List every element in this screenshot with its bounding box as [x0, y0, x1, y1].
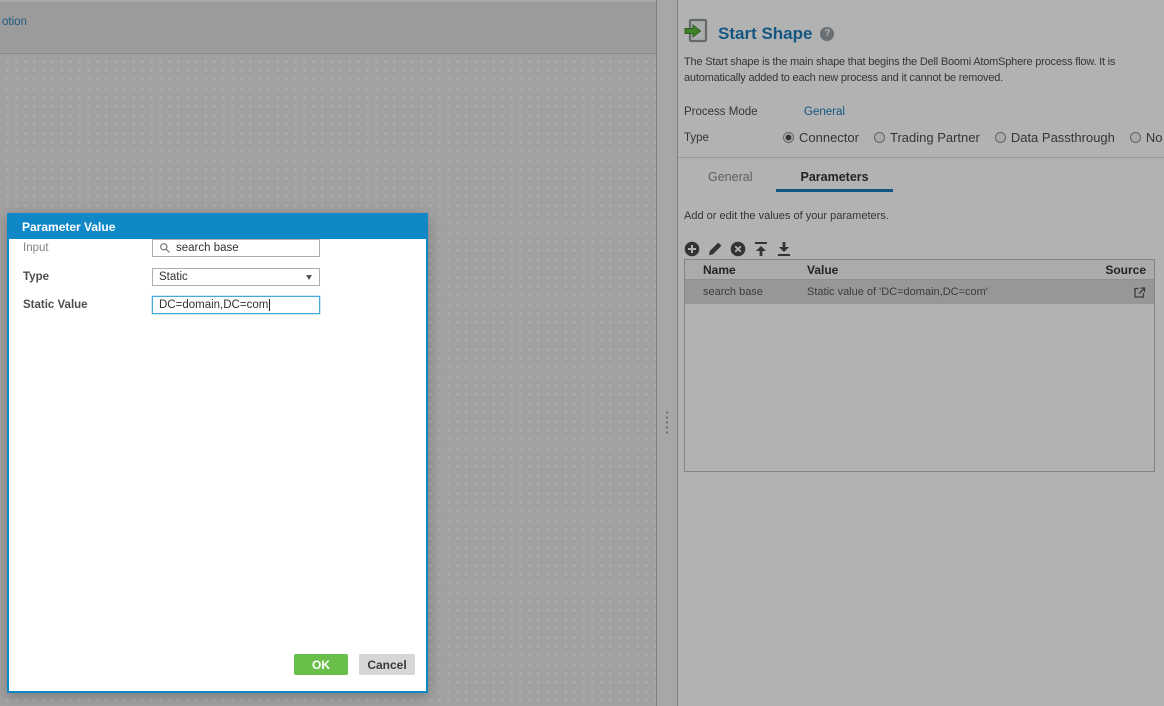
type-field-row: Type Static [9, 268, 426, 288]
input-search-field[interactable]: search base [152, 239, 320, 257]
text-caret [269, 299, 271, 311]
type-select[interactable]: Static [152, 268, 320, 286]
input-row: Input search base [9, 239, 426, 259]
input-search-value: search base [176, 242, 239, 254]
type-select-value: Static [159, 271, 188, 283]
static-value-label: Static Value [23, 299, 88, 311]
process-builder-window: otion Start Shape ? The Start shape is t… [0, 0, 1164, 706]
dropdown-arrow-icon [306, 275, 312, 280]
type-field-label: Type [23, 271, 49, 283]
dialog-buttons: OK Cancel [294, 654, 415, 675]
static-value-input[interactable]: DC=domain,DC=com [152, 296, 320, 314]
search-icon [159, 242, 171, 254]
static-value-text: DC=domain,DC=com [159, 299, 269, 311]
dialog-title: Parameter Value [9, 215, 426, 239]
ok-button[interactable]: OK [294, 654, 348, 675]
cancel-button[interactable]: Cancel [359, 654, 415, 675]
static-value-row: Static Value DC=domain,DC=com [9, 296, 426, 316]
input-label: Input [23, 242, 49, 254]
parameter-value-dialog: Parameter Value Input search base Type S… [7, 213, 428, 693]
